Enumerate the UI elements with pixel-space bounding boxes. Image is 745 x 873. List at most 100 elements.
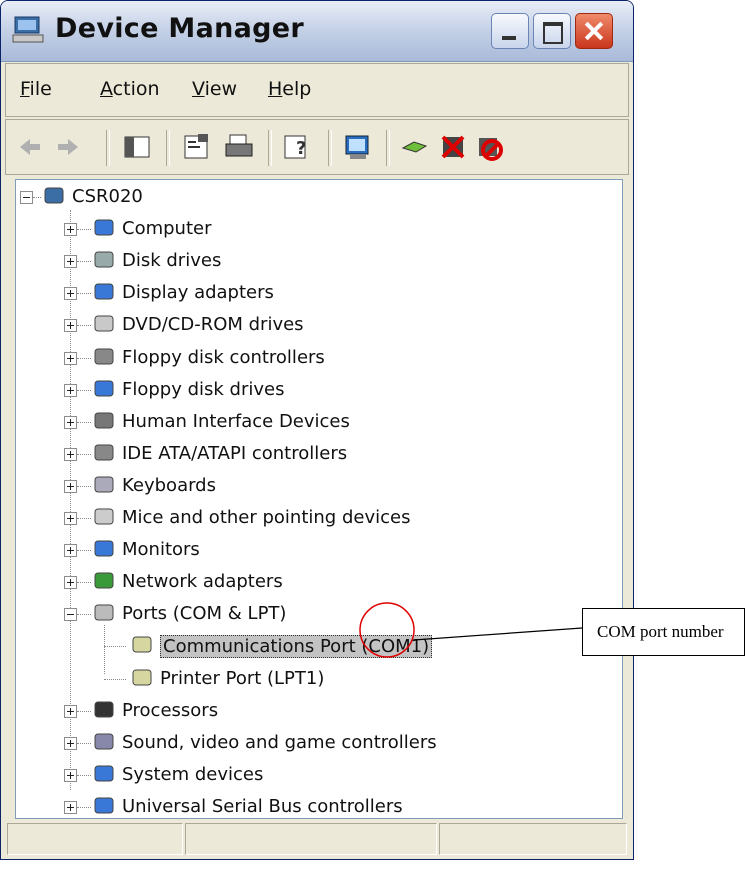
tree-category-item[interactable]: IDE ATA/ATAPI controllers — [16, 439, 616, 469]
callout-box: COM port number — [582, 608, 745, 656]
device-category-icon — [94, 572, 114, 589]
expand-toggle[interactable] — [64, 576, 77, 590]
tree-category-item[interactable]: Mice and other pointing devices — [16, 503, 616, 533]
tree-category-label: Human Interface Devices — [122, 410, 350, 432]
tree-category-item[interactable]: Monitors — [16, 535, 616, 565]
expand-toggle[interactable] — [64, 447, 77, 461]
device-category-icon — [94, 476, 114, 493]
device-category-icon — [94, 251, 114, 268]
tree-root-label: CSR020 — [72, 186, 143, 207]
tree-category-item[interactable]: Computer — [16, 214, 616, 244]
back-icon[interactable] — [14, 132, 44, 162]
collapse-toggle[interactable] — [64, 608, 77, 622]
menu-view[interactable]: View — [192, 78, 237, 100]
expand-toggle[interactable] — [64, 479, 77, 493]
toolbar: ? — [5, 119, 629, 175]
expand-toggle[interactable] — [64, 255, 77, 269]
properties-icon[interactable] — [182, 132, 212, 162]
tree-category-item[interactable]: Network adapters — [16, 567, 616, 597]
tree-category-label: Floppy disk controllers — [122, 346, 325, 368]
expand-toggle[interactable] — [64, 319, 77, 333]
tree-category-label: IDE ATA/ATAPI controllers — [122, 442, 348, 464]
update-driver-icon[interactable] — [400, 132, 430, 162]
show-hide-console-tree-icon[interactable] — [122, 132, 152, 162]
tree-category-label: Universal Serial Bus controllers — [122, 795, 403, 817]
expand-toggle[interactable] — [64, 223, 77, 237]
device-manager-icon — [12, 16, 44, 43]
device-category-icon — [94, 219, 114, 236]
tree-category-item[interactable]: Floppy disk drives — [16, 375, 616, 405]
device-category-icon — [94, 701, 114, 718]
tree-category-label: DVD/CD-ROM drives — [122, 314, 304, 336]
status-pane-2 — [185, 823, 437, 855]
device-category-icon — [94, 540, 114, 557]
status-pane-3 — [439, 823, 627, 855]
tree-category-item[interactable]: System devices — [16, 760, 616, 790]
expand-toggle[interactable] — [64, 768, 77, 782]
status-bar — [5, 823, 629, 857]
computer-root-icon — [44, 187, 64, 204]
tree-category-item[interactable]: Keyboards — [16, 471, 616, 501]
device-category-icon — [94, 508, 114, 525]
status-pane-1 — [7, 823, 183, 855]
device-category-icon — [94, 444, 114, 461]
tree-category-item[interactable]: Sound, video and game controllers — [16, 728, 616, 758]
expand-toggle[interactable] — [64, 512, 77, 525]
expand-toggle[interactable] — [64, 544, 77, 558]
expand-toggle[interactable] — [64, 287, 77, 301]
help-icon[interactable]: ? — [282, 132, 312, 162]
printer-port-item[interactable]: Printer Port (LPT1) — [16, 664, 616, 694]
tree-category-label: Processors — [122, 699, 219, 721]
tree-category-item[interactable]: Floppy disk controllers — [16, 343, 616, 373]
port-icon — [132, 636, 152, 653]
menu-file[interactable]: File — [20, 78, 52, 100]
device-category-icon — [94, 348, 114, 364]
tree-category-item[interactable]: Human Interface Devices — [16, 407, 616, 437]
print-icon[interactable] — [224, 132, 254, 162]
forward-icon[interactable] — [54, 132, 84, 162]
device-manager-window: Device Manager File Action View Help ? C… — [0, 0, 634, 860]
uninstall-icon[interactable] — [438, 132, 468, 162]
device-category-icon — [94, 283, 114, 300]
disable-icon[interactable] — [474, 132, 504, 162]
minimize-button[interactable] — [491, 13, 529, 49]
device-category-icon — [94, 412, 114, 429]
callout-label: COM port number — [597, 622, 724, 641]
tree-root[interactable]: CSR020 — [16, 182, 616, 212]
tree-category-label: Keyboards — [122, 474, 216, 496]
maximize-button[interactable] — [533, 13, 571, 49]
port-label: Printer Port (LPT1) — [160, 667, 325, 689]
expand-toggle[interactable] — [64, 383, 77, 397]
device-tree[interactable]: CSR020 Computer Disk drives Display adapter… — [15, 179, 623, 819]
expand-toggle[interactable] — [64, 800, 77, 814]
tree-category-item[interactable]: Processors — [16, 696, 616, 726]
close-button[interactable] — [575, 13, 613, 49]
device-category-icon — [94, 797, 114, 814]
menu-action[interactable]: Action — [100, 78, 160, 100]
collapse-root-toggle[interactable] — [20, 191, 33, 204]
expand-toggle[interactable] — [64, 736, 77, 750]
tree-category-label: Floppy disk drives — [122, 378, 285, 400]
expand-toggle[interactable] — [64, 351, 77, 365]
device-category-icon — [94, 604, 114, 621]
expand-toggle[interactable] — [64, 704, 77, 718]
title-bar[interactable]: Device Manager — [1, 1, 633, 62]
device-category-icon — [94, 380, 114, 397]
port-label: Communications Port (COM1) — [160, 635, 433, 659]
menu-help[interactable]: Help — [268, 78, 311, 100]
window-title: Device Manager — [55, 13, 304, 44]
scan-hardware-icon[interactable] — [342, 132, 372, 162]
device-category-icon — [94, 315, 114, 332]
tree-category-item[interactable]: Display adapters — [16, 278, 616, 308]
tree-category-label: Network adapters — [122, 571, 283, 593]
tree-category-label: Sound, video and game controllers — [122, 731, 437, 753]
port-icon — [132, 669, 152, 685]
tree-category-item[interactable]: DVD/CD-ROM drives — [16, 310, 616, 340]
tree-category-item[interactable]: Universal Serial Bus controllers — [16, 792, 616, 822]
expand-toggle[interactable] — [64, 415, 77, 429]
tree-category-label: Monitors — [122, 539, 200, 561]
tree-category-item[interactable]: Ports (COM & LPT) — [16, 599, 616, 629]
device-category-icon — [94, 765, 114, 782]
tree-category-item[interactable]: Disk drives — [16, 246, 616, 276]
communications-port-item[interactable]: Communications Port (COM1) — [16, 631, 616, 661]
